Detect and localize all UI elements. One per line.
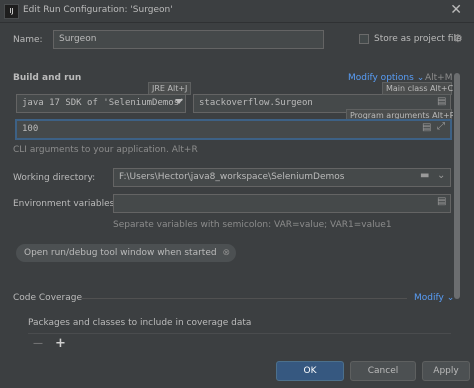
environment-variables-label: Environment variables: xyxy=(13,199,118,209)
browse-list-icon[interactable]: ▤ xyxy=(422,122,431,133)
name-label: Name: xyxy=(13,35,43,45)
intellij-icon: IJ xyxy=(4,4,19,19)
expand-icon[interactable]: ⤢ xyxy=(437,121,445,132)
browse-list-icon[interactable]: ▤ xyxy=(437,196,446,207)
remove-option-icon[interactable]: ⊗ xyxy=(222,248,230,258)
divider xyxy=(82,298,407,299)
environment-variables-hint: Separate variables with semicolon: VAR=v… xyxy=(113,220,392,230)
environment-variables-field[interactable] xyxy=(113,194,451,213)
coverage-modify-label[interactable]: Modify xyxy=(414,293,444,303)
chevron-down-icon[interactable] xyxy=(175,99,183,104)
code-coverage-heading: Code Coverage xyxy=(13,293,83,303)
coverage-packages-label: Packages and classes to include in cover… xyxy=(28,318,252,328)
remove-icon[interactable]: — xyxy=(33,338,43,349)
scrollbar[interactable] xyxy=(453,71,460,300)
program-arguments-field[interactable]: 100 xyxy=(16,120,451,139)
close-icon[interactable]: ✕ xyxy=(450,2,462,18)
chevron-down-icon[interactable]: ⌄ xyxy=(437,170,445,181)
gear-icon[interactable]: ⚙ xyxy=(453,32,463,45)
browse-list-icon[interactable]: ▤ xyxy=(437,96,446,107)
main-class-tooltip: Main class Alt+C xyxy=(382,82,453,95)
working-directory-field[interactable]: F:\Users\Hector\java8_workspace\Selenium… xyxy=(113,168,451,187)
build-and-run-heading: Build and run xyxy=(13,73,82,83)
scrollbar-thumb[interactable] xyxy=(454,73,460,299)
store-as-project-file-checkbox[interactable] xyxy=(359,34,369,44)
apply-button[interactable]: Apply xyxy=(422,361,470,381)
jre-select-value: java 17 SDK of 'SeleniumDemos' xyxy=(22,98,185,108)
store-as-project-file-label[interactable]: Store as project file xyxy=(374,34,462,44)
window-title: Edit Run Configuration: 'Surgeon' xyxy=(23,5,173,15)
name-field[interactable]: Surgeon xyxy=(53,30,324,49)
tool-window-option-pill[interactable]: Open run/debug tool window when started … xyxy=(16,244,236,262)
folder-icon[interactable]: ▬ xyxy=(420,170,429,181)
ok-button[interactable]: OK xyxy=(276,361,344,381)
coverage-modify-link[interactable]: Modify ⌄ xyxy=(414,293,454,303)
add-icon[interactable]: + xyxy=(55,336,66,351)
cancel-button[interactable]: Cancel xyxy=(350,361,416,381)
working-directory-label: Working directory: xyxy=(13,173,96,183)
tool-window-option-label: Open run/debug tool window when started xyxy=(24,248,217,258)
cli-hint: CLI arguments to your application. Alt+R xyxy=(13,145,198,155)
jre-select[interactable]: java 17 SDK of 'SeleniumDemos' xyxy=(16,94,186,113)
